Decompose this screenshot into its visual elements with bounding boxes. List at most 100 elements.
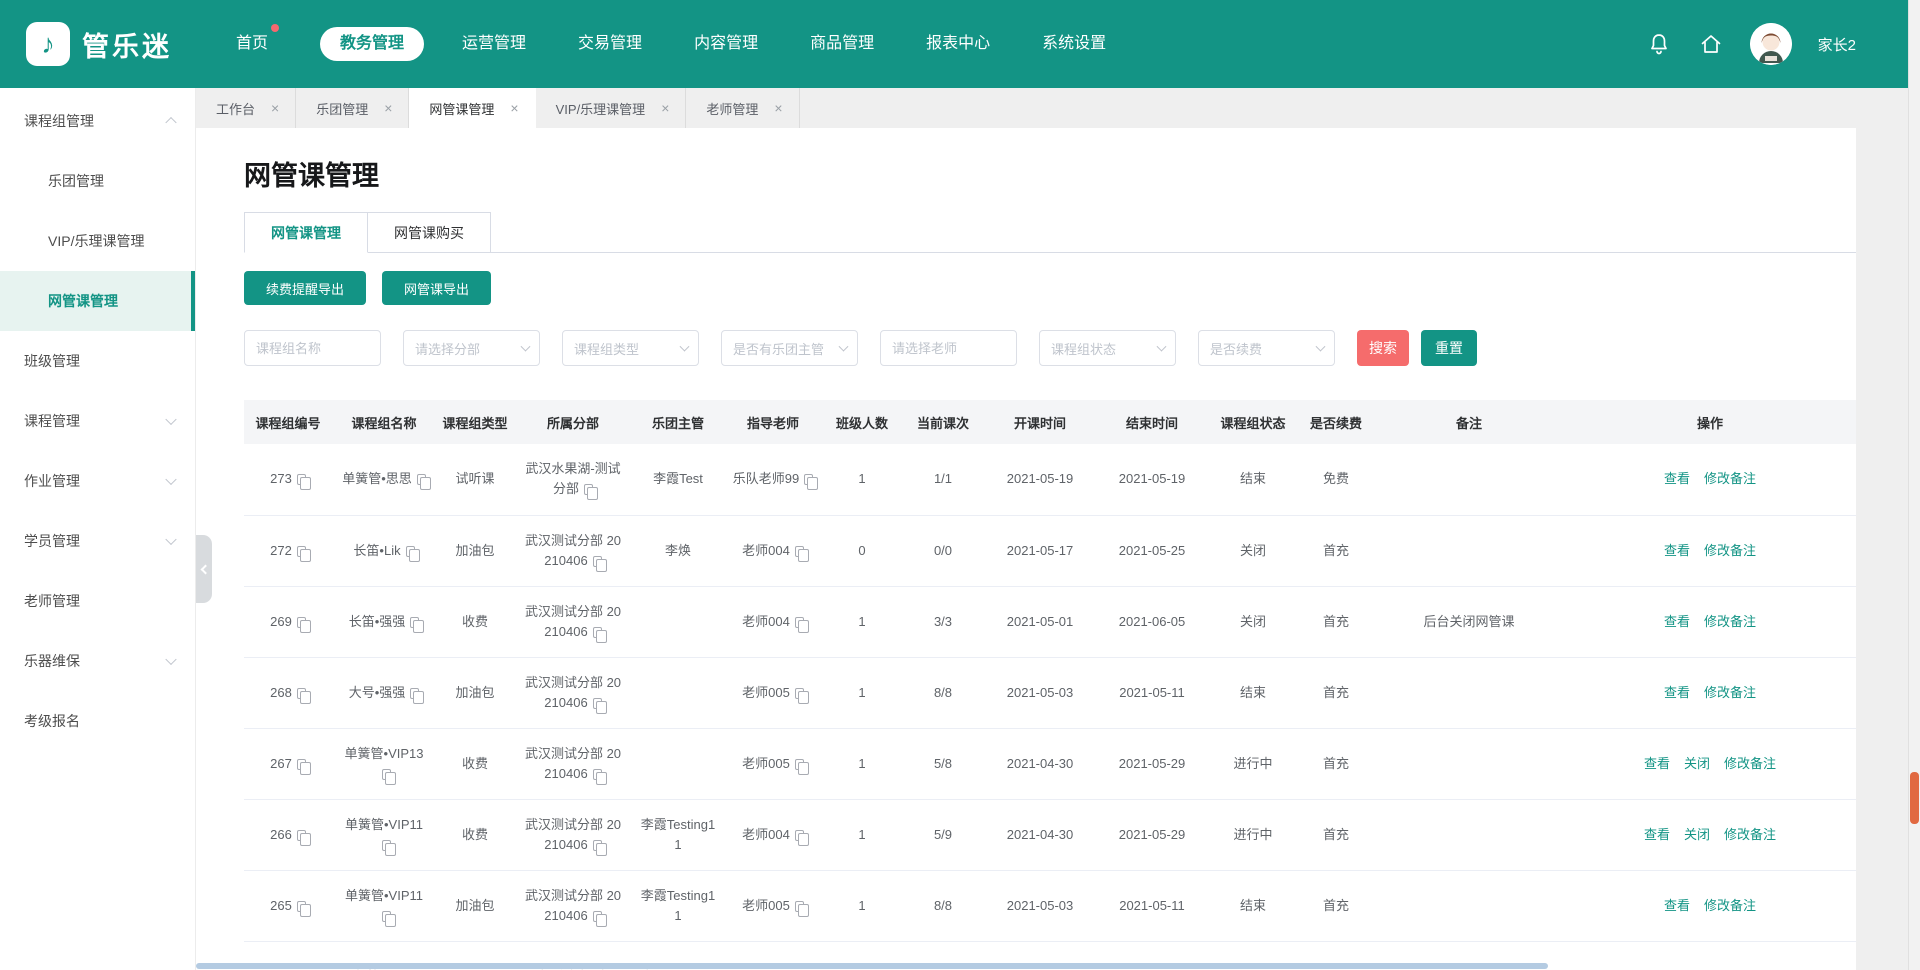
nav-item-交易管理[interactable]: 交易管理 [578, 27, 642, 61]
nav-item-内容管理[interactable]: 内容管理 [694, 27, 758, 61]
copy-icon[interactable] [584, 484, 593, 495]
copy-icon[interactable] [795, 901, 804, 912]
copy-icon[interactable] [593, 769, 602, 780]
cell-text: 1 [858, 898, 865, 913]
opened-tab-老师管理[interactable]: 老师管理× [686, 88, 799, 128]
tab-网管课购买[interactable]: 网管课购买 [368, 212, 491, 253]
view-link[interactable]: 查看 [1644, 756, 1670, 771]
select-是否有乐团主管[interactable]: 是否有乐团主管 [721, 330, 858, 366]
select-课程组状态[interactable]: 课程组状态 [1039, 330, 1176, 366]
view-link[interactable]: 查看 [1664, 471, 1690, 486]
copy-icon[interactable] [382, 769, 391, 780]
copy-icon[interactable] [795, 546, 804, 557]
sidebar-item-课程管理[interactable]: 课程管理 [0, 391, 195, 451]
horizontal-scrollbar-thumb[interactable] [196, 963, 1548, 969]
copy-icon[interactable] [593, 911, 602, 922]
close-icon[interactable]: × [271, 101, 279, 115]
close-link[interactable]: 关闭 [1684, 756, 1710, 771]
nav-item-首页[interactable]: 首页 [236, 27, 268, 61]
edit-remark-link[interactable]: 修改备注 [1704, 614, 1756, 629]
cell-end_date: 2021-05-11 [1096, 657, 1208, 728]
avatar[interactable] [1750, 23, 1792, 65]
copy-icon[interactable] [804, 474, 813, 485]
select-是否续费[interactable]: 是否续费 [1198, 330, 1335, 366]
sidebar-item-乐器维保[interactable]: 乐器维保 [0, 631, 195, 691]
nav-item-系统设置[interactable]: 系统设置 [1042, 27, 1106, 61]
edit-remark-link[interactable]: 修改备注 [1704, 685, 1756, 700]
reset-button[interactable]: 重置 [1421, 330, 1477, 366]
input-课程组名称[interactable] [244, 330, 381, 366]
copy-icon[interactable] [795, 759, 804, 770]
copy-icon[interactable] [406, 546, 415, 557]
select-请选择分部[interactable]: 请选择分部 [403, 330, 540, 366]
search-button[interactable]: 搜索 [1357, 330, 1409, 366]
sidebar-collapse-trigger[interactable] [196, 535, 212, 603]
edit-remark-link[interactable]: 修改备注 [1724, 756, 1776, 771]
copy-icon[interactable] [297, 759, 306, 770]
sidebar-item-VIP/乐理课管理[interactable]: VIP/乐理课管理 [0, 211, 195, 271]
copy-icon[interactable] [795, 830, 804, 841]
vertical-scrollbar[interactable] [1908, 0, 1920, 970]
copy-icon[interactable] [297, 688, 306, 699]
opened-tab-网管课管理[interactable]: 网管课管理× [409, 88, 535, 128]
view-link[interactable]: 查看 [1664, 543, 1690, 558]
opened-tab-VIP/乐理课管理[interactable]: VIP/乐理课管理× [536, 88, 687, 128]
close-icon[interactable]: × [661, 101, 669, 115]
tab-网管课管理[interactable]: 网管课管理 [244, 212, 368, 253]
copy-icon[interactable] [410, 617, 419, 628]
edit-remark-link[interactable]: 修改备注 [1704, 898, 1756, 913]
close-icon[interactable]: × [774, 101, 782, 115]
home-icon[interactable] [1698, 31, 1724, 57]
edit-remark-link[interactable]: 修改备注 [1704, 471, 1756, 486]
close-link[interactable]: 关闭 [1684, 827, 1710, 842]
field-课程组名称[interactable] [256, 341, 369, 356]
input-请选择老师[interactable] [880, 330, 1017, 366]
copy-icon[interactable] [593, 556, 602, 567]
sidebar-item-作业管理[interactable]: 作业管理 [0, 451, 195, 511]
copy-icon[interactable] [593, 627, 602, 638]
close-icon[interactable]: × [510, 101, 518, 115]
view-link[interactable]: 查看 [1664, 614, 1690, 629]
view-link[interactable]: 查看 [1664, 898, 1690, 913]
export-button-网管课导出[interactable]: 网管课导出 [382, 271, 491, 305]
copy-icon[interactable] [297, 546, 306, 557]
edit-remark-link[interactable]: 修改备注 [1704, 543, 1756, 558]
sidebar-item-考级报名[interactable]: 考级报名 [0, 691, 195, 751]
cell-renewal: 首充 [1298, 870, 1374, 941]
user-name[interactable]: 家长2 [1818, 34, 1856, 55]
sidebar-item-老师管理[interactable]: 老师管理 [0, 571, 195, 631]
copy-icon[interactable] [410, 688, 419, 699]
view-link[interactable]: 查看 [1664, 685, 1690, 700]
bell-icon[interactable] [1646, 31, 1672, 57]
opened-tab-工作台[interactable]: 工作台× [196, 88, 296, 128]
export-button-续费提醒导出[interactable]: 续费提醒导出 [244, 271, 366, 305]
edit-remark-link[interactable]: 修改备注 [1724, 827, 1776, 842]
copy-icon[interactable] [593, 840, 602, 851]
select-课程组类型[interactable]: 课程组类型 [562, 330, 699, 366]
brand-logo[interactable]: ♪ 管乐迷 [26, 22, 172, 66]
copy-icon[interactable] [297, 474, 306, 485]
copy-icon[interactable] [382, 911, 391, 922]
copy-icon[interactable] [417, 474, 426, 485]
copy-icon[interactable] [795, 617, 804, 628]
sidebar-item-学员管理[interactable]: 学员管理 [0, 511, 195, 571]
vertical-scrollbar-thumb[interactable] [1910, 772, 1919, 824]
copy-icon[interactable] [297, 617, 306, 628]
nav-item-教务管理[interactable]: 教务管理 [320, 27, 424, 61]
copy-icon[interactable] [593, 698, 602, 709]
sidebar-item-乐团管理[interactable]: 乐团管理 [0, 151, 195, 211]
sidebar-item-课程组管理[interactable]: 课程组管理 [0, 91, 195, 151]
close-icon[interactable]: × [384, 101, 392, 115]
sidebar-item-网管课管理[interactable]: 网管课管理 [0, 271, 195, 331]
nav-item-报表中心[interactable]: 报表中心 [926, 27, 990, 61]
copy-icon[interactable] [795, 688, 804, 699]
copy-icon[interactable] [297, 901, 306, 912]
view-link[interactable]: 查看 [1644, 827, 1670, 842]
copy-icon[interactable] [382, 840, 391, 851]
copy-icon[interactable] [297, 830, 306, 841]
opened-tab-乐团管理[interactable]: 乐团管理× [296, 88, 409, 128]
field-请选择老师[interactable] [892, 341, 1005, 356]
nav-item-商品管理[interactable]: 商品管理 [810, 27, 874, 61]
nav-item-运营管理[interactable]: 运营管理 [462, 27, 526, 61]
sidebar-item-班级管理[interactable]: 班级管理 [0, 331, 195, 391]
